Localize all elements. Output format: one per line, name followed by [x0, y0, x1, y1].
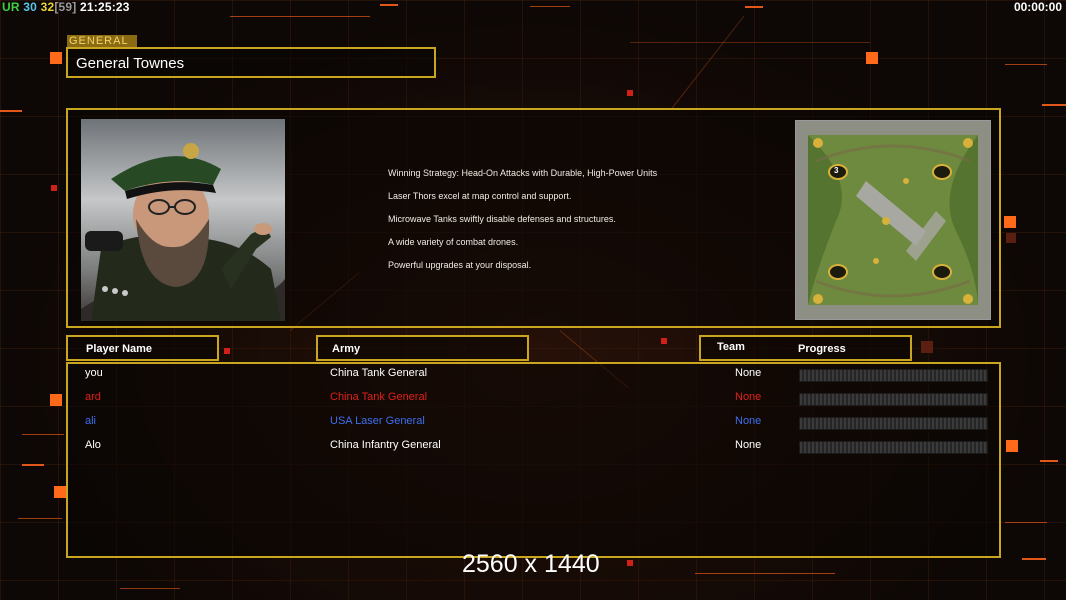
deco-square — [1006, 233, 1016, 243]
strategy-line: Laser Thors excel at map control and sup… — [388, 191, 572, 201]
general-name: General Townes — [76, 55, 185, 72]
players-table: you China Tank General None ard China Tank G… — [66, 362, 1001, 558]
header-label: Army — [332, 343, 361, 355]
header-label-team: Team — [717, 341, 745, 353]
player-row[interactable]: ali USA Laser General None — [68, 415, 999, 433]
deco-dash — [1005, 64, 1047, 65]
general-info-panel: Winning Strategy: Head-On Attacks with D… — [66, 108, 1001, 328]
deco-dash — [1042, 104, 1066, 106]
deco-dash — [22, 464, 44, 466]
player-name: Alo — [85, 439, 101, 451]
loading-progress-bar — [799, 417, 988, 430]
player-row[interactable]: Alo China Infantry General None — [68, 439, 999, 457]
deco-dash — [230, 16, 370, 17]
deco-square — [50, 394, 62, 406]
deco-dash — [120, 588, 180, 589]
header-label: Player Name — [86, 343, 153, 355]
deco-square — [54, 486, 66, 498]
loading-progress-bar — [799, 441, 988, 454]
player-army: China Infantry General — [330, 439, 441, 451]
general-name-box: General Townes — [66, 47, 436, 78]
general-portrait — [81, 119, 285, 321]
deco-dash — [380, 4, 398, 6]
player-team: None — [735, 415, 762, 427]
deco-square — [866, 52, 878, 64]
clock: 21:25:23 — [80, 0, 130, 14]
game-timer: 00:00:00 — [1013, 0, 1062, 14]
start-position-label: 3 — [834, 166, 839, 175]
deco-dash — [530, 6, 570, 7]
deco-square — [921, 341, 933, 353]
deco-square — [224, 348, 230, 354]
deco-dash — [630, 42, 870, 43]
player-name: you — [85, 367, 103, 379]
deco-square — [661, 338, 667, 344]
player-team: None — [735, 439, 762, 451]
deco-square — [627, 90, 633, 96]
deco-square — [1006, 440, 1018, 452]
player-army: China Tank General — [330, 391, 428, 403]
fps-counter: UR 30 32[59] 21:25:23 — [2, 0, 130, 14]
deco-square — [627, 560, 633, 566]
player-name: ali — [85, 415, 97, 427]
loading-progress-bar — [799, 369, 988, 382]
loading-progress-bar — [799, 393, 988, 406]
player-name: ard — [85, 391, 101, 403]
deco-square — [50, 52, 62, 64]
header-player-name: Player Name — [66, 335, 219, 361]
player-army: USA Laser General — [330, 415, 425, 427]
header-team-progress: Team Progress — [699, 335, 912, 361]
general-tag: GENERAL — [67, 35, 137, 47]
deco-square — [1004, 216, 1016, 228]
deco-dash — [1040, 460, 1058, 462]
deco-square — [51, 185, 57, 191]
deco-dash — [0, 110, 22, 112]
header-army: Army — [316, 335, 529, 361]
deco-dash — [695, 573, 835, 574]
player-team: None — [735, 367, 762, 379]
strategy-line: Microwave Tanks swiftly disable defenses… — [388, 214, 616, 224]
deco-dash — [1005, 522, 1047, 523]
strategy-line: A wide variety of combat drones. — [388, 237, 519, 247]
fps-max: [59] — [54, 0, 77, 14]
player-row[interactable]: you China Tank General None — [68, 367, 999, 385]
ur-label: UR — [2, 0, 20, 14]
strategy-line: Powerful upgrades at your disposal. — [388, 260, 532, 270]
header-label-progress: Progress — [798, 343, 846, 355]
deco-dash — [18, 518, 62, 519]
deco-dash — [745, 6, 763, 8]
player-army: China Tank General — [330, 367, 428, 379]
map-preview[interactable]: 3 — [795, 120, 991, 320]
player-row[interactable]: ard China Tank General None — [68, 391, 999, 409]
deco-dash — [22, 434, 64, 435]
strategy-description: Winning Strategy: Head-On Attacks with D… — [388, 168, 657, 283]
fps-value: 32 — [40, 0, 55, 14]
player-team: None — [735, 391, 762, 403]
resolution-label: 2560 x 1440 — [462, 550, 600, 578]
strategy-line: Winning Strategy: Head-On Attacks with D… — [388, 168, 658, 178]
deco-dash — [1022, 558, 1046, 560]
fps-value: 30 — [23, 0, 38, 14]
